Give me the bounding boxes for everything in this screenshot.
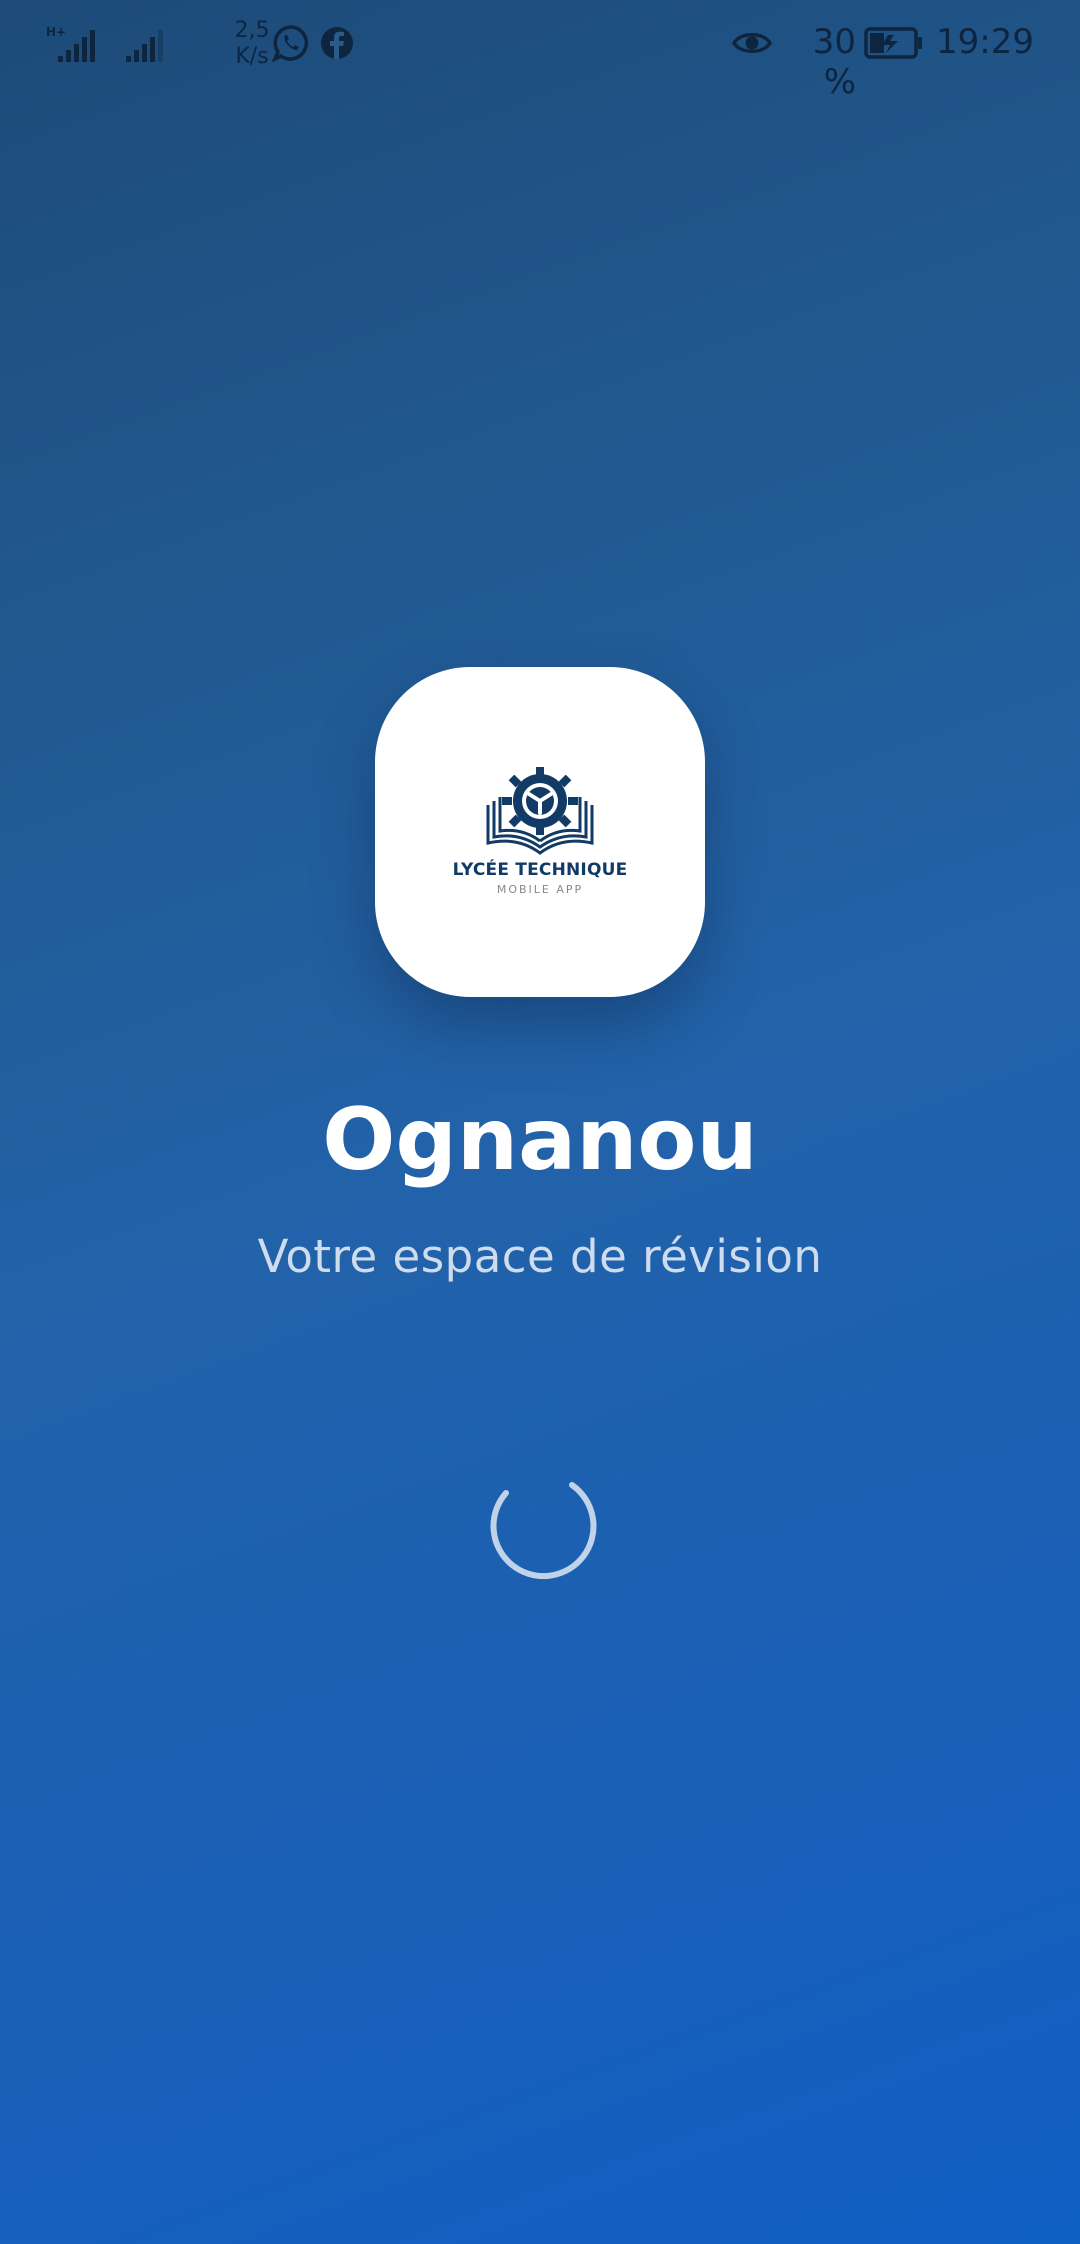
eye-icon [732, 26, 772, 60]
battery-charging-icon [864, 26, 924, 60]
status-bar: H+ 2,5 K/s 30 % 19:29 [0, 0, 1080, 102]
loading-spinner-icon [482, 1465, 598, 1581]
signal-strength-sim2-icon [124, 22, 172, 66]
signal-strength-sim1-icon: H+ [46, 22, 102, 66]
status-clock: 19:29 [936, 22, 1034, 62]
app-logo-card: LYCÉE TECHNIQUE MOBILE APP [375, 667, 705, 997]
app-tagline: Votre espace de révision [257, 1230, 823, 1283]
logo-title: LYCÉE TECHNIQUE [452, 860, 628, 880]
app-name: Ognanou [322, 1090, 758, 1190]
facebook-icon [318, 24, 356, 62]
whatsapp-icon [271, 24, 310, 63]
network-type-label: H+ [46, 25, 66, 39]
gear-book-logo-icon [480, 767, 600, 863]
battery-percent: 30 % [812, 22, 856, 102]
logo-subtitle: MOBILE APP [496, 883, 584, 896]
